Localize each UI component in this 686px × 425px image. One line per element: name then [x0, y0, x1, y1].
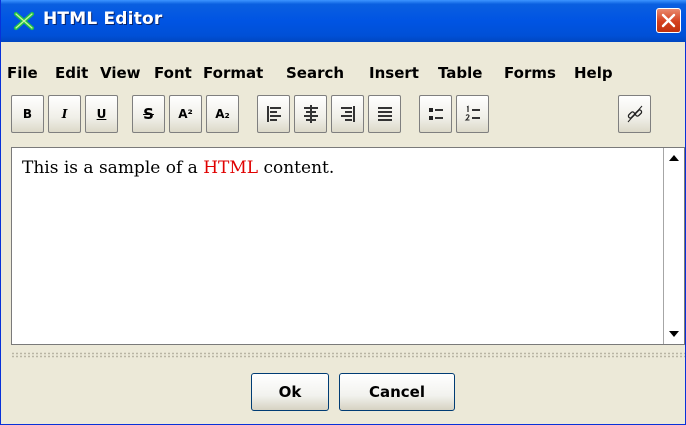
ok-button[interactable]: Ok — [251, 373, 329, 411]
menu-forms[interactable]: Forms — [504, 58, 556, 88]
content-text-after: content. — [258, 158, 335, 178]
menu-format[interactable]: Format — [203, 58, 263, 88]
bold-button[interactable]: B — [11, 95, 44, 133]
editor-content[interactable]: This is a sample of a HTML content. — [22, 158, 334, 178]
menu-edit[interactable]: Edit — [55, 58, 88, 88]
align-right-icon — [340, 106, 355, 122]
subscript-label: A₂ — [215, 107, 230, 121]
italic-button[interactable]: I — [48, 95, 81, 133]
align-center-button[interactable] — [294, 95, 327, 133]
window-title: HTML Editor — [43, 9, 163, 29]
menu-table[interactable]: Table — [438, 58, 482, 88]
menu-insert[interactable]: Insert — [369, 58, 419, 88]
link-icon — [627, 105, 642, 123]
app-icon — [14, 12, 34, 30]
justify-icon — [377, 107, 392, 121]
align-left-button[interactable] — [257, 95, 290, 133]
html-editor-window: HTML Editor File Edit View Font Format S… — [0, 0, 686, 425]
subscript-button[interactable]: A₂ — [206, 95, 239, 133]
underline-button[interactable]: U — [85, 95, 118, 133]
align-left-icon — [266, 106, 281, 122]
menu-font[interactable]: Font — [154, 58, 192, 88]
scroll-up-icon — [669, 155, 679, 161]
superscript-label: A² — [178, 107, 193, 121]
superscript-button[interactable]: A² — [169, 95, 202, 133]
menu-view[interactable]: View — [100, 58, 141, 88]
content-text-before: This is a sample of a — [22, 158, 204, 178]
menu-search[interactable]: Search — [286, 58, 344, 88]
menu-bar: File Edit View Font Format Search Insert… — [1, 58, 686, 88]
bullet-list-button[interactable] — [419, 95, 452, 133]
cancel-button[interactable]: Cancel — [339, 373, 455, 411]
format-toolbar: B I U S A² A₂ — [11, 95, 681, 137]
menu-help[interactable]: Help — [574, 58, 613, 88]
italic-label: I — [61, 107, 68, 121]
bold-label: B — [22, 107, 33, 121]
scroll-down-button[interactable] — [665, 325, 683, 343]
link-button[interactable] — [618, 95, 651, 133]
menu-file[interactable]: File — [7, 58, 38, 88]
underline-label: U — [96, 107, 107, 121]
align-right-button[interactable] — [331, 95, 364, 133]
scroll-down-icon — [669, 331, 679, 337]
divider — [11, 352, 685, 358]
editor-area[interactable]: This is a sample of a HTML content. — [11, 147, 685, 345]
title-bar[interactable]: HTML Editor — [1, 0, 686, 42]
align-center-icon — [303, 105, 318, 123]
numbered-list-button[interactable] — [456, 95, 489, 133]
close-button[interactable] — [656, 8, 681, 33]
bullet-list-icon — [428, 108, 443, 120]
scroll-up-button[interactable] — [665, 149, 683, 167]
justify-button[interactable] — [368, 95, 401, 133]
strikethrough-label: S — [143, 105, 154, 123]
vertical-scrollbar[interactable] — [663, 148, 684, 344]
content-highlight: HTML — [203, 158, 259, 178]
strikethrough-button[interactable]: S — [132, 95, 165, 133]
close-icon — [661, 13, 676, 28]
numbered-list-icon — [464, 105, 480, 121]
